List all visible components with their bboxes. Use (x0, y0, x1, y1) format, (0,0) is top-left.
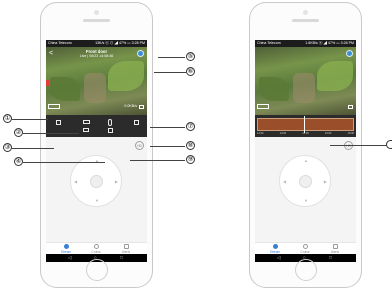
ptz-right-arrow[interactable]: ▶ (115, 180, 118, 184)
phone-speaker (83, 19, 110, 22)
live-timestamp: Live | 05/23 14:08:46 (79, 54, 114, 58)
callout-1: ① (3, 114, 12, 123)
carrier-label: China Telecom (257, 41, 281, 45)
timeline-tick: 16:00 (347, 132, 355, 135)
callout-7: ⑦ (186, 122, 195, 131)
stream-icon (272, 244, 278, 249)
ptz-right-arrow[interactable]: ▶ (324, 180, 327, 184)
callout-leader-line (330, 145, 388, 146)
ptz-area: HD ▲ ▼ ◀ ▶ (255, 137, 356, 242)
stream-info-icon (257, 104, 269, 109)
playback-video-view[interactable] (255, 47, 356, 115)
callout-leader-line (150, 146, 185, 147)
status-bar: China Telecom 1.6KB/s ⓔ ◢ 47% ▭ 3:28 PM (255, 40, 356, 47)
nav-recent-icon[interactable]: □ (329, 254, 332, 262)
timeline-tick: 12:00 (257, 132, 264, 135)
timeline-tick: 13:00 (279, 132, 287, 135)
carrier-label: China Telecom (48, 41, 72, 45)
front-camera (303, 10, 308, 15)
ptz-up-arrow[interactable]: ▲ (304, 159, 308, 163)
callout-6: ⑥ (186, 67, 195, 76)
video-foliage (259, 77, 289, 101)
ptz-left-arrow[interactable]: ◀ (283, 180, 286, 184)
bitrate-label: 0.0KB/s (124, 104, 137, 108)
fullscreen-icon[interactable] (139, 105, 144, 109)
callout-partial (386, 140, 392, 149)
nav-back-icon[interactable]: ◁ (277, 254, 280, 262)
callout-leader-line (130, 160, 185, 161)
nav-back-icon[interactable]: ◁ (68, 254, 71, 262)
rotate-icon[interactable] (56, 120, 61, 125)
home-button (86, 259, 108, 281)
tab-stream[interactable]: Stream (56, 244, 76, 254)
tab-cruise[interactable]: Cruise (295, 244, 315, 254)
callout-leader-line (154, 72, 186, 73)
timeline-ticks: 12:00 13:00 14:00 15:00 16:00 (257, 132, 354, 136)
callout-4: ④ (14, 157, 23, 166)
callout-leader-line (150, 127, 185, 128)
app-screen: China Telecom 1.6KB/s ⓔ ◢ 47% ▭ 3:28 PM … (255, 40, 356, 262)
video-foliage (317, 61, 353, 91)
live-video-view[interactable]: < Front door Live | 05/23 14:08:46 0.0KB… (46, 47, 147, 115)
fullscreen-icon[interactable] (348, 105, 353, 109)
app-screen: China Telecom 13K/s ⓔ ⊙ ◢ 47% ▭ 3:28 PM … (46, 40, 147, 262)
callout-5: ⑤ (186, 52, 195, 61)
ptz-down-arrow[interactable]: ▼ (95, 199, 99, 203)
cruise-icon (93, 244, 99, 249)
recording-indicator (46, 80, 49, 86)
ptz-center-button[interactable] (90, 175, 103, 188)
callout-leader-line (12, 119, 48, 120)
status-bar: China Telecom 13K/s ⓔ ⊙ ◢ 47% ▭ 3:28 PM (46, 40, 147, 47)
settings-gear-icon[interactable] (137, 50, 144, 57)
playback-timeline[interactable]: 12:00 13:00 14:00 15:00 16:00 (255, 115, 356, 137)
callout-leader-line (23, 133, 79, 134)
recording-segment[interactable] (257, 118, 354, 131)
video-object (84, 73, 106, 103)
alerts-icon (332, 244, 338, 249)
nav-recent-icon[interactable]: □ (120, 254, 123, 262)
callout-8: ⑧ (186, 141, 195, 150)
alerts-icon (123, 244, 129, 249)
talk-icon[interactable] (108, 128, 113, 133)
callout-3: ③ (3, 143, 12, 152)
ptz-dpad[interactable]: ▲ ▼ ◀ ▶ (70, 155, 122, 207)
front-camera (94, 10, 99, 15)
tab-cruise[interactable]: Cruise (86, 244, 106, 254)
record-video-icon[interactable] (83, 120, 90, 124)
stream-info-icon (48, 104, 60, 109)
ptz-left-arrow[interactable]: ◀ (74, 180, 77, 184)
video-foliage (108, 61, 144, 91)
ptz-center-button[interactable] (299, 175, 312, 188)
stream-icon (63, 244, 69, 249)
video-object (293, 73, 315, 103)
control-toolbar (46, 115, 147, 137)
phone-speaker (292, 19, 319, 22)
microphone-icon[interactable] (108, 119, 112, 126)
tab-stream[interactable]: Stream (265, 244, 285, 254)
tab-alerts[interactable]: Alerts (116, 244, 136, 254)
timeline-tick: 15:00 (324, 132, 332, 135)
callout-leader-line (158, 57, 185, 58)
callout-leader-line (23, 162, 105, 163)
home-button (295, 259, 317, 281)
settings-gear-icon[interactable] (346, 50, 353, 57)
timeline-tick: 14:00 (302, 132, 309, 135)
status-indicators: 1.6KB/s ⓔ ◢ 47% ▭ 3:28 PM (305, 41, 354, 45)
timeline-cursor[interactable] (304, 116, 305, 133)
tab-alerts[interactable]: Alerts (325, 244, 345, 254)
left-phone: China Telecom 13K/s ⓔ ⊙ ◢ 47% ▭ 3:28 PM … (40, 2, 153, 288)
callout-2: ② (14, 128, 23, 137)
callout-leader-line (12, 148, 54, 149)
ptz-down-arrow[interactable]: ▼ (304, 199, 308, 203)
fullscreen-expand-icon[interactable] (134, 120, 139, 125)
hd-toggle[interactable]: HD (135, 141, 144, 150)
callout-9: ⑨ (186, 155, 195, 164)
status-indicators: 13K/s ⓔ ⊙ ◢ 47% ▭ 3:28 PM (95, 41, 145, 45)
cruise-icon (302, 244, 308, 249)
video-foliage (50, 77, 80, 101)
snapshot-camera-icon[interactable] (83, 128, 89, 132)
ptz-area: HD ▲ ▼ ◀ ▶ (46, 137, 147, 242)
ptz-dpad[interactable]: ▲ ▼ ◀ ▶ (279, 155, 331, 207)
